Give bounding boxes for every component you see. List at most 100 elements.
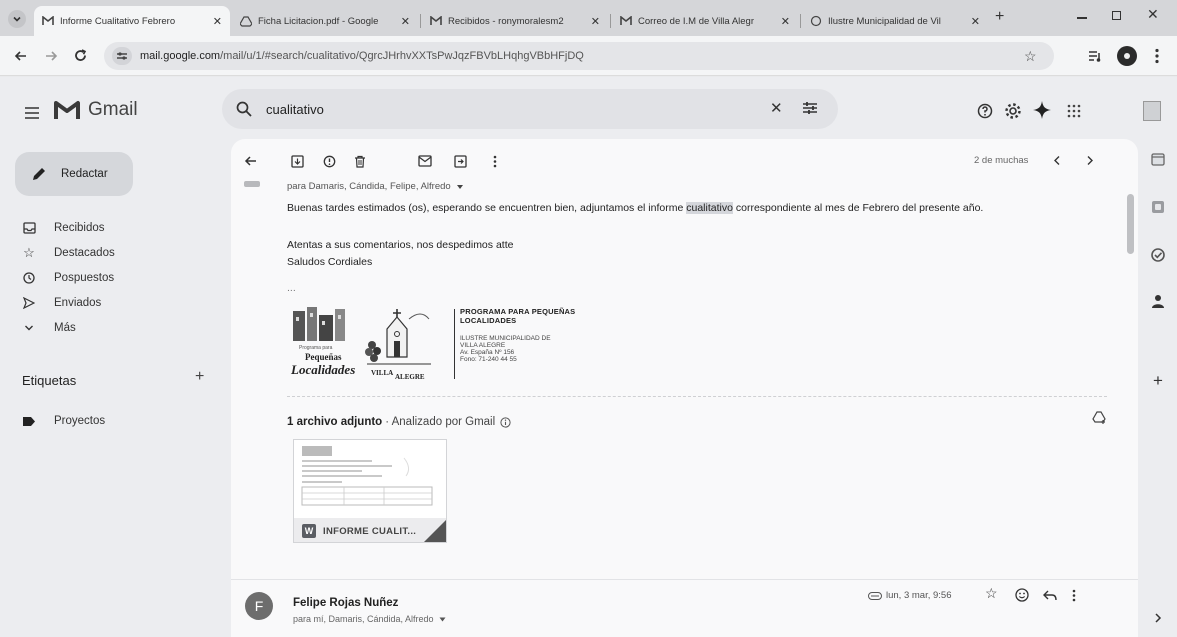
move-to-icon[interactable]: [452, 153, 468, 169]
clear-search-icon[interactable]: ✕: [770, 99, 783, 117]
close-window-button[interactable]: ✕: [1147, 6, 1159, 23]
star-icon[interactable]: ☆: [985, 585, 998, 602]
search-options-icon[interactable]: [802, 101, 818, 115]
bookmark-star-icon[interactable]: ☆: [1024, 48, 1037, 65]
tab-close-icon[interactable]: ✕: [971, 15, 980, 28]
delete-trash-icon[interactable]: [352, 153, 368, 169]
reply-icon[interactable]: [1043, 590, 1057, 601]
browser-tab-1[interactable]: Informe Cualitativo Febrero ✕: [34, 6, 230, 36]
email-body-line-2: Atentas a sus comentarios, nos despedimo…: [287, 239, 514, 251]
back-to-list-icon[interactable]: [243, 153, 259, 169]
signature-divider: [454, 309, 455, 379]
inbox-icon: [22, 221, 36, 235]
previous-email-icon[interactable]: [1053, 155, 1061, 166]
quoted-text-toggle[interactable]: ...: [287, 282, 296, 294]
attachments-count: 1 archivo adjunto: [287, 416, 383, 428]
logo-pequenas-text: Pequeñas: [305, 352, 342, 362]
logo-villa-text: VILLA: [371, 369, 394, 377]
tab-close-icon[interactable]: ✕: [781, 15, 790, 28]
mark-unread-icon[interactable]: [417, 153, 433, 169]
label-tag-icon: [22, 414, 36, 428]
tab-title: Informe Cualitativo Febrero: [60, 15, 176, 27]
maximize-button[interactable]: [1112, 11, 1121, 20]
logo-alegre-text: ALEGRE: [395, 373, 425, 381]
nav-item-snoozed[interactable]: Pospuestos: [0, 264, 114, 292]
tab-title: Correo de I.M de Villa Alegr: [638, 15, 754, 27]
back-arrow-icon[interactable]: [14, 49, 28, 63]
email-body-line-1: Buenas tardes estimados (os), esperando …: [287, 202, 983, 214]
tasks-icon[interactable]: [1148, 245, 1168, 265]
nav-item-more[interactable]: Más: [0, 314, 76, 342]
signature-muni-line-1: ILUSTRE MUNICIPALIDAD DE: [460, 335, 551, 342]
label-name: Proyectos: [54, 415, 106, 427]
attachment-card[interactable]: W INFORME CUALIT...: [293, 439, 447, 543]
nav-item-inbox[interactable]: Recibidos: [0, 214, 105, 242]
search-bar[interactable]: cualitativo ✕: [222, 89, 838, 129]
pagination-label: 2 de muchas: [974, 155, 1029, 166]
forward-arrow-icon[interactable]: [44, 49, 58, 63]
signature-text-block: PROGRAMA PARA PEQUEÑAS LOCALIDADES ILUST…: [460, 307, 680, 363]
add-to-drive-icon[interactable]: [1092, 411, 1106, 424]
info-icon[interactable]: [500, 416, 511, 428]
browser-tab-4[interactable]: Correo de I.M de Villa Alegr ✕: [612, 6, 798, 36]
settings-gear-icon[interactable]: [1004, 102, 1022, 120]
more-actions-icon[interactable]: [487, 153, 503, 169]
gmail-logo[interactable]: Gmail: [54, 99, 138, 121]
report-spam-icon[interactable]: [321, 153, 337, 169]
labels-heading: Etiquetas: [22, 373, 77, 388]
browser-tab-3[interactable]: Recibidos - ronymoralesm2 ✕: [422, 6, 608, 36]
gemini-sparkle-icon[interactable]: [1033, 101, 1051, 119]
body-text: Buenas tardes estimados (os), esperando …: [287, 202, 687, 214]
apps-grid-icon[interactable]: [1067, 104, 1081, 118]
tab-close-icon[interactable]: ✕: [401, 15, 410, 28]
expand-panel-icon[interactable]: [1148, 608, 1168, 628]
address-bar[interactable]: mail.google.com/mail/u/1/#search/cualita…: [104, 42, 1054, 70]
sender-avatar[interactable]: F: [245, 592, 273, 620]
compose-button[interactable]: Redactar: [15, 152, 133, 196]
email-body-line-3: Saludos Cordiales: [287, 256, 373, 268]
nav-item-starred[interactable]: ☆ Destacados: [0, 239, 115, 267]
browser-toolbar: mail.google.com/mail/u/1/#search/cualita…: [0, 36, 1177, 76]
recipients-text: para Damaris, Cándida, Felipe, Alfredo: [287, 181, 451, 192]
reading-pane-scrollbar[interactable]: [1127, 194, 1134, 254]
minimize-button[interactable]: [1077, 17, 1087, 19]
tab-close-icon[interactable]: ✕: [213, 15, 222, 28]
main-menu-icon[interactable]: [24, 107, 40, 119]
gmail-app: Gmail cualitativo ✕ Redactar Recibidos ☆: [0, 77, 1177, 637]
sender-thumbnail: [244, 181, 260, 187]
site-settings-icon[interactable]: [112, 47, 132, 65]
browser-tab-5[interactable]: Ilustre Municipalidad de Vil ✕: [802, 6, 988, 36]
search-icon[interactable]: [236, 101, 252, 117]
add-label-button[interactable]: +: [195, 368, 204, 386]
tab-close-icon[interactable]: ✕: [591, 15, 600, 28]
account-logo-icon[interactable]: [1143, 101, 1161, 121]
message-more-icon[interactable]: [1072, 589, 1076, 602]
emoji-reaction-icon[interactable]: [1015, 588, 1029, 602]
chevron-down-icon: [13, 16, 21, 22]
next-email-icon[interactable]: [1086, 155, 1094, 166]
add-addon-icon[interactable]: +: [1148, 371, 1168, 391]
media-controls-icon[interactable]: [1088, 49, 1102, 63]
logo-small-text: Programa para: [299, 345, 333, 351]
avatar-letter: F: [254, 598, 264, 614]
body-text: correspondiente al mes de Febrero del pr…: [732, 202, 984, 214]
search-input[interactable]: cualitativo: [266, 102, 324, 117]
next-recipients[interactable]: para mí, Damaris, Cándida, Alfredo: [293, 614, 446, 624]
nav-item-sent[interactable]: Enviados: [0, 289, 101, 317]
keep-icon[interactable]: [1148, 197, 1168, 217]
help-icon[interactable]: [977, 103, 993, 119]
browser-menu-icon[interactable]: [1155, 48, 1159, 64]
label-item-proyectos[interactable]: Proyectos: [0, 407, 105, 435]
attachments-header: 1 archivo adjunto · Analizado por Gmail: [287, 416, 511, 428]
reload-icon[interactable]: [73, 48, 88, 63]
signature-logo: Programa para Pequeñas Localidades VILLA…: [291, 307, 441, 387]
profile-avatar[interactable]: [1117, 46, 1137, 66]
new-tab-button[interactable]: +: [995, 8, 1004, 26]
next-sender-name[interactable]: Felipe Rojas Nuñez: [293, 597, 398, 609]
calendar-icon[interactable]: [1148, 149, 1168, 169]
browser-tab-2[interactable]: Ficha Licitacion.pdf - Google ✕: [232, 6, 418, 36]
email-recipients[interactable]: para Damaris, Cándida, Felipe, Alfredo: [287, 181, 464, 192]
contacts-icon[interactable]: [1148, 291, 1168, 311]
tab-search-button[interactable]: [8, 10, 26, 28]
archive-icon[interactable]: [289, 153, 305, 169]
